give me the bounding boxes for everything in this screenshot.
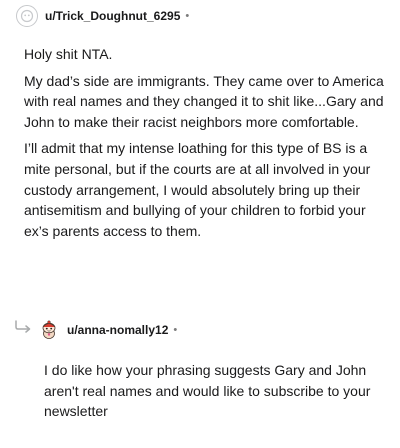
separator-dot: • xyxy=(185,10,190,22)
username[interactable]: u/Trick_Doughnut_6295 xyxy=(45,9,180,23)
default-avatar-icon[interactable] xyxy=(16,5,38,27)
comment-paragraph: I’ll admit that my intense loathing for … xyxy=(24,140,371,239)
separator-dot: • xyxy=(173,324,178,336)
username[interactable]: u/anna-nomally12 xyxy=(67,323,168,337)
comment-paragraph: Holy shit NTA. xyxy=(24,46,113,62)
comment-body: I do like how your phrasing suggests Gar… xyxy=(44,360,376,428)
snoo-avatar-icon[interactable] xyxy=(38,319,60,341)
reply-arrow-icon xyxy=(15,320,31,333)
comment-header: u/Trick_Doughnut_6295 • xyxy=(16,5,189,27)
comment-paragraph: I do like how your phrasing suggests Gar… xyxy=(44,362,371,420)
comment-body: Holy shit NTA. My dad’s side are immigra… xyxy=(24,44,384,247)
comment-paragraph: My dad’s side are immigrants. They came … xyxy=(24,72,384,130)
comment-header: u/anna-nomally12 • xyxy=(14,319,177,341)
